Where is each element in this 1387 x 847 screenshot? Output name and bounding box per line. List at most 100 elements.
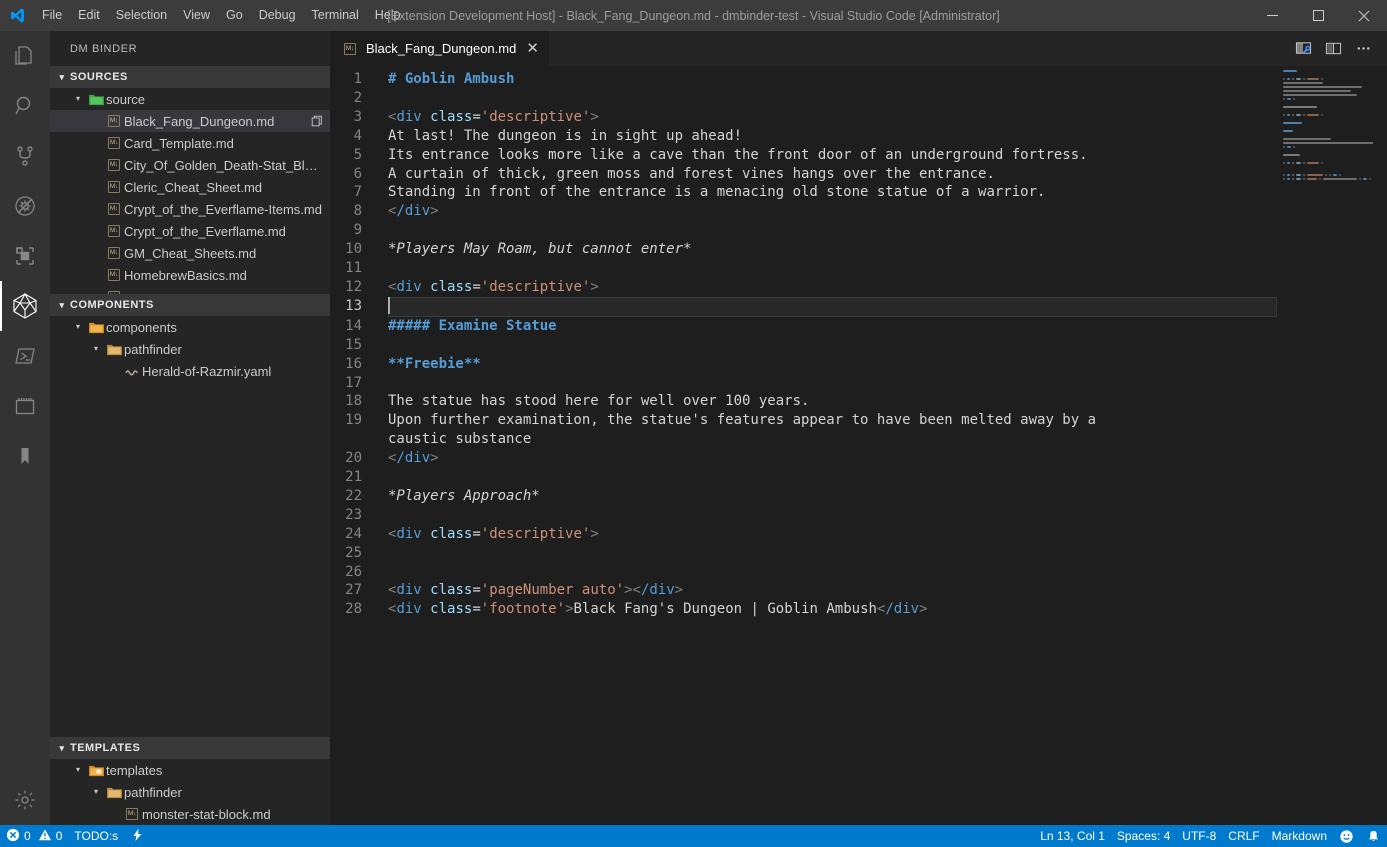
code-line[interactable]: 4 At last! The dungeon is in sight up ahe… bbox=[330, 127, 1277, 146]
status-feedback-smiley-icon[interactable] bbox=[1333, 825, 1360, 847]
code-content[interactable]: <div class='descriptive'> bbox=[388, 525, 1277, 544]
tree-row-homebrew-basics[interactable]: ▾ M↓ HomebrewBasics.md bbox=[50, 264, 330, 286]
activity-powershell-terminal-icon[interactable] bbox=[0, 331, 50, 381]
code-line[interactable]: 21 bbox=[330, 468, 1277, 487]
activity-source-control-icon[interactable] bbox=[0, 131, 50, 181]
tree-row-source-folder[interactable]: ▾ source bbox=[50, 88, 330, 110]
code-content[interactable] bbox=[388, 221, 1277, 240]
code-line[interactable]: 2 bbox=[330, 89, 1277, 108]
tab-black-fang-dungeon[interactable]: M↓ Black_Fang_Dungeon.md ✕ bbox=[330, 31, 550, 66]
code-content[interactable] bbox=[388, 563, 1277, 582]
code-line[interactable]: 23 bbox=[330, 506, 1277, 525]
code-line[interactable]: 3 <div class='descriptive'> bbox=[330, 108, 1277, 127]
minimap[interactable] bbox=[1277, 66, 1387, 825]
code-content[interactable] bbox=[388, 259, 1277, 278]
render-copy-icon[interactable] bbox=[302, 114, 324, 128]
pane-header-templates[interactable]: ▾ TEMPLATES bbox=[50, 737, 330, 759]
code-line[interactable]: 20 </div> bbox=[330, 449, 1277, 468]
menu-help[interactable]: Help bbox=[367, 0, 409, 31]
code-line[interactable]: 9 bbox=[330, 221, 1277, 240]
more-actions-ellipsis-icon[interactable] bbox=[1349, 35, 1377, 63]
code-line[interactable]: 28 <div class='footnote'>Black Fang's Dun… bbox=[330, 600, 1277, 619]
activity-explorer-icon[interactable] bbox=[0, 31, 50, 81]
menu-terminal[interactable]: Terminal bbox=[304, 0, 367, 31]
code-line[interactable]: 24 <div class='descriptive'> bbox=[330, 525, 1277, 544]
close-button[interactable] bbox=[1341, 0, 1387, 31]
code-content[interactable]: A curtain of thick, green moss and fores… bbox=[388, 165, 1277, 184]
code-content[interactable] bbox=[388, 296, 1277, 317]
status-editor-position[interactable]: Ln 13, Col 1 bbox=[1034, 825, 1111, 847]
code-content[interactable]: Its entrance looks more like a cave than… bbox=[388, 146, 1277, 165]
code-line[interactable]: 14 ##### Examine Statue bbox=[330, 317, 1277, 336]
status-lightning[interactable] bbox=[124, 825, 150, 847]
menu-bar[interactable]: File Edit Selection View Go Debug Termin… bbox=[34, 0, 409, 31]
split-editor-icon[interactable] bbox=[1319, 35, 1347, 63]
tree-row-clipped[interactable]: ▾ M↓ bbox=[50, 286, 330, 294]
activity-calendar-icon[interactable] bbox=[0, 381, 50, 431]
activity-dm-binder-d20-icon[interactable] bbox=[0, 281, 50, 331]
tree-row-gm-cheat-sheets[interactable]: ▾ M↓ GM_Cheat_Sheets.md bbox=[50, 242, 330, 264]
code-content[interactable] bbox=[388, 89, 1277, 108]
code-line[interactable]: 26 bbox=[330, 563, 1277, 582]
code-content[interactable] bbox=[388, 374, 1277, 393]
code-content[interactable]: <div class='descriptive'> bbox=[388, 278, 1277, 297]
code-scroll[interactable]: 1 # Goblin Ambush 2 3 <div class='descripti… bbox=[330, 66, 1277, 825]
menu-edit[interactable]: Edit bbox=[70, 0, 108, 31]
maximize-button[interactable] bbox=[1295, 0, 1341, 31]
code-line[interactable]: 11 bbox=[330, 259, 1277, 278]
code-line[interactable]: 27 <div class='pageNumber auto'></div> bbox=[330, 581, 1277, 600]
menu-selection[interactable]: Selection bbox=[108, 0, 175, 31]
status-indentation[interactable]: Spaces: 4 bbox=[1111, 825, 1176, 847]
status-eol[interactable]: CRLF bbox=[1222, 825, 1265, 847]
code-content[interactable]: *Players May Roam, but cannot enter* bbox=[388, 240, 1277, 259]
menu-file[interactable]: File bbox=[34, 0, 70, 31]
code-content[interactable] bbox=[388, 506, 1277, 525]
status-language-mode[interactable]: Markdown bbox=[1266, 825, 1333, 847]
tree-row-black-fang-dungeon[interactable]: ▾ M↓ Black_Fang_Dungeon.md bbox=[50, 110, 330, 132]
code-content[interactable]: At last! The dungeon is in sight up ahea… bbox=[388, 127, 1277, 146]
code-line[interactable]: 5 Its entrance looks more like a cave tha… bbox=[330, 146, 1277, 165]
code-line[interactable]: 15 bbox=[330, 336, 1277, 355]
tab-close-icon[interactable]: ✕ bbox=[526, 41, 539, 56]
code-line[interactable]: 16 **Freebie** bbox=[330, 355, 1277, 374]
code-lines[interactable]: 1 # Goblin Ambush 2 3 <div class='descripti… bbox=[330, 66, 1277, 619]
code-content[interactable]: </div> bbox=[388, 449, 1277, 468]
status-todos[interactable]: TODO:s bbox=[68, 825, 124, 847]
code-content[interactable]: *Players Approach* bbox=[388, 487, 1277, 506]
code-line[interactable]: 17 bbox=[330, 374, 1277, 393]
code-line[interactable]: 10 *Players May Roam, but cannot enter* bbox=[330, 240, 1277, 259]
tree-row-herald-of-razmir[interactable]: ▾ Herald-of-Razmir.yaml bbox=[50, 360, 330, 382]
window-controls[interactable] bbox=[1249, 0, 1387, 31]
tree-row-crypt-everflame[interactable]: ▾ M↓ Crypt_of_the_Everflame.md bbox=[50, 220, 330, 242]
activity-extensions-icon[interactable] bbox=[0, 231, 50, 281]
code-content[interactable]: Standing in front of the entrance is a m… bbox=[388, 183, 1277, 202]
code-line[interactable]: 1 # Goblin Ambush bbox=[330, 70, 1277, 89]
activity-search-icon[interactable] bbox=[0, 81, 50, 131]
status-problems[interactable]: 0 0 bbox=[0, 825, 68, 847]
code-content[interactable]: # Goblin Ambush bbox=[388, 70, 1277, 89]
menu-view[interactable]: View bbox=[175, 0, 218, 31]
tree-row-components-folder[interactable]: ▾ components bbox=[50, 316, 330, 338]
activity-bookmark-icon[interactable] bbox=[0, 431, 50, 481]
code-content[interactable] bbox=[388, 336, 1277, 355]
tree-row-city-of-golden-death[interactable]: ▾ M↓ City_Of_Golden_Death-Stat_Bloc... bbox=[50, 154, 330, 176]
code-content[interactable]: <div class='footnote'>Black Fang's Dunge… bbox=[388, 600, 1277, 619]
code-content[interactable]: </div> bbox=[388, 202, 1277, 221]
code-content[interactable] bbox=[388, 468, 1277, 487]
tree-row-templates-folder[interactable]: ▾ templates bbox=[50, 759, 330, 781]
code-line[interactable]: 8 </div> bbox=[330, 202, 1277, 221]
minimize-button[interactable] bbox=[1249, 0, 1295, 31]
editor-scrollbar[interactable] bbox=[1373, 66, 1387, 825]
code-content[interactable]: <div class='pageNumber auto'></div> bbox=[388, 581, 1277, 600]
code-line[interactable]: 18 The statue has stood here for well ove… bbox=[330, 392, 1277, 411]
tree-row-cleric-cheat-sheet[interactable]: ▾ M↓ Cleric_Cheat_Sheet.md bbox=[50, 176, 330, 198]
pane-header-components[interactable]: ▾ COMPONENTS bbox=[50, 294, 330, 316]
code-content[interactable]: **Freebie** bbox=[388, 355, 1277, 374]
code-line[interactable]: 19 Upon further examination, the statue's… bbox=[330, 411, 1277, 449]
tree-row-components-pathfinder[interactable]: ▾ pathfinder bbox=[50, 338, 330, 360]
code-content[interactable]: ##### Examine Statue bbox=[388, 317, 1277, 336]
activity-debug-icon[interactable] bbox=[0, 181, 50, 231]
pane-header-sources[interactable]: ▾ SOURCES bbox=[50, 66, 330, 88]
code-line[interactable]: 25 bbox=[330, 544, 1277, 563]
status-encoding[interactable]: UTF-8 bbox=[1176, 825, 1222, 847]
